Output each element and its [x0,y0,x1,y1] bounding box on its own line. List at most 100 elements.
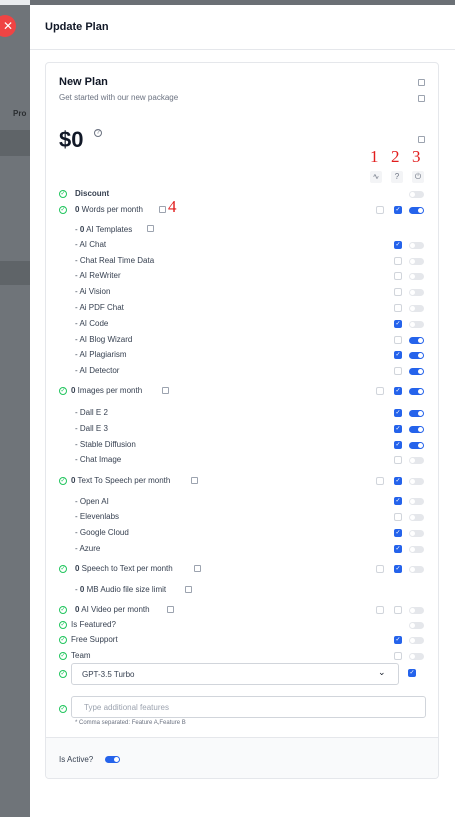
elevenlabs-checkbox[interactable] [394,513,402,521]
model-checkbox[interactable]: ✓ [408,669,416,677]
edit-price-icon[interactable] [418,136,425,143]
featured-toggle[interactable] [409,622,424,629]
plan-name: New Plan [59,76,108,88]
ai-plagiarism-toggle[interactable] [409,352,424,359]
feature-chat-image: - Chat Image [75,455,122,464]
feature-ai-chat: - AI Chat [75,240,107,249]
edit-stt-icon[interactable] [194,565,201,572]
edit-tts-icon[interactable] [191,477,198,484]
ai-rewriter-checkbox[interactable] [394,272,402,280]
images-toggle[interactable] [409,388,424,395]
video-label: 0 AI Video per month [75,605,150,614]
tts-checkbox-1[interactable] [376,477,384,485]
words-checkbox-1[interactable] [376,206,384,214]
team-checkbox[interactable] [394,652,402,660]
chat-real-time-toggle[interactable] [409,258,424,265]
discount-toggle[interactable] [409,191,424,198]
support-toggle[interactable] [409,637,424,644]
feature-dall-e-2: - Dall E 2 [75,408,108,417]
additional-features-input[interactable]: Type additional features [71,696,426,718]
video-toggle[interactable] [409,607,424,614]
google-cloud-checkbox[interactable]: ✓ [394,529,402,537]
words-label: 0 Words per month [75,205,143,214]
dall-e-2-toggle[interactable] [409,410,424,417]
help-icon: ? [391,171,403,183]
dall-e-3-toggle[interactable] [409,426,424,433]
is-active-label: Is Active? [59,755,94,764]
tts-label: 0 Text To Speech per month [71,476,171,485]
check-icon: ✓ [59,190,67,198]
annotation-4: 4 [168,197,177,216]
words-checkbox-2[interactable]: ✓ [394,206,402,214]
stt-checkbox-1[interactable] [376,565,384,573]
stable-diffusion-toggle[interactable] [409,442,424,449]
feature-ai-vision: - Ai Vision [75,287,111,296]
dall-e-2-checkbox[interactable]: ✓ [394,409,402,417]
ai-vision-toggle[interactable] [409,289,424,296]
ai-vision-checkbox[interactable] [394,288,402,296]
price-info-icon[interactable]: ? [94,129,102,137]
edit-audio-icon[interactable] [185,586,192,593]
open-ai-checkbox[interactable]: ✓ [394,497,402,505]
ai-code-toggle[interactable] [409,321,424,328]
feature-elevenlabs: - Elevenlabs [75,512,120,521]
edit-name-icon[interactable] [418,79,425,86]
team-toggle[interactable] [409,653,424,660]
model-select-value: GPT-3.5 Turbo [82,670,135,679]
feature-dall-e-3: - Dall E 3 [75,424,108,433]
is-active-toggle[interactable] [105,756,120,763]
ai-chat-toggle[interactable] [409,242,424,249]
chat-real-time-checkbox[interactable] [394,257,402,265]
additional-features-hint: * Comma separated: Feature A,Feature B [75,720,186,726]
edit-video-icon[interactable] [167,606,174,613]
ai-code-checkbox[interactable]: ✓ [394,320,402,328]
support-checkbox[interactable]: ✓ [394,636,402,644]
drawer-title: Update Plan [45,21,109,33]
stt-checkbox-2[interactable]: ✓ [394,565,402,573]
edit-subtitle-icon[interactable] [418,95,425,102]
ai-blog-wizard-toggle[interactable] [409,337,424,344]
background-column-header: Pro [13,109,27,118]
video-checkbox-2[interactable] [394,606,402,614]
stt-toggle[interactable] [409,566,424,573]
edit-templates-icon[interactable] [147,225,154,232]
edit-images-icon[interactable] [162,387,169,394]
chat-image-toggle[interactable] [409,457,424,464]
feature-google-cloud: - Google Cloud [75,528,129,537]
azure-toggle[interactable] [409,546,424,553]
google-cloud-toggle[interactable] [409,530,424,537]
stable-diffusion-checkbox[interactable]: ✓ [394,441,402,449]
chat-image-checkbox[interactable] [394,456,402,464]
ai-chat-checkbox[interactable]: ✓ [394,241,402,249]
ai-detector-toggle[interactable] [409,368,424,375]
feature-ai-code: - AI Code [75,319,109,328]
check-icon: ✓ [59,206,67,214]
ai-detector-checkbox[interactable] [394,367,402,375]
dall-e-3-checkbox[interactable]: ✓ [394,425,402,433]
model-select[interactable]: GPT-3.5 Turbo ⌄ [71,663,399,685]
feature-ai-pdf-chat: - Ai PDF Chat [75,303,124,312]
video-checkbox-1[interactable] [376,606,384,614]
tts-checkbox-2[interactable]: ✓ [394,477,402,485]
update-plan-drawer: Update Plan New Plan Get started with ou… [30,5,455,817]
discount-label: Discount [75,189,110,198]
ai-plagiarism-checkbox[interactable]: ✓ [394,351,402,359]
open-ai-toggle[interactable] [409,498,424,505]
elevenlabs-toggle[interactable] [409,514,424,521]
ai-rewriter-toggle[interactable] [409,273,424,280]
azure-checkbox[interactable]: ✓ [394,545,402,553]
tts-toggle[interactable] [409,478,424,485]
edit-words-icon[interactable] [159,206,166,213]
words-toggle[interactable] [409,207,424,214]
images-checkbox-1[interactable] [376,387,384,395]
background-page [0,0,30,817]
ai-pdf-chat-toggle[interactable] [409,305,424,312]
activity-icon: ∿ [370,171,382,183]
images-checkbox-2[interactable]: ✓ [394,387,402,395]
background-row [0,130,30,156]
ai-pdf-chat-checkbox[interactable] [394,304,402,312]
ai-blog-wizard-checkbox[interactable] [394,336,402,344]
stt-label: 0 Speech to Text per month [75,564,173,573]
check-icon: ✓ [59,670,67,678]
check-icon: ✓ [59,477,67,485]
